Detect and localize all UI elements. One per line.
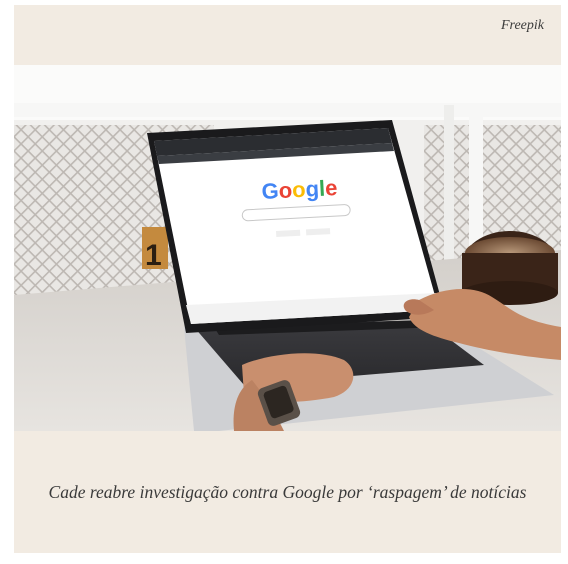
svg-text:1: 1 — [145, 239, 162, 272]
article-card: Freepik 1 Google Cade reabre investigaçã… — [14, 5, 561, 553]
article-caption[interactable]: Cade reabre investigação contra Google p… — [34, 478, 541, 507]
laptop-photo-illustration: 1 Google — [14, 65, 561, 431]
article-photo: 1 Google — [14, 65, 561, 431]
svg-text:Google: Google — [261, 175, 338, 204]
image-credit: Freepik — [500, 18, 544, 33]
